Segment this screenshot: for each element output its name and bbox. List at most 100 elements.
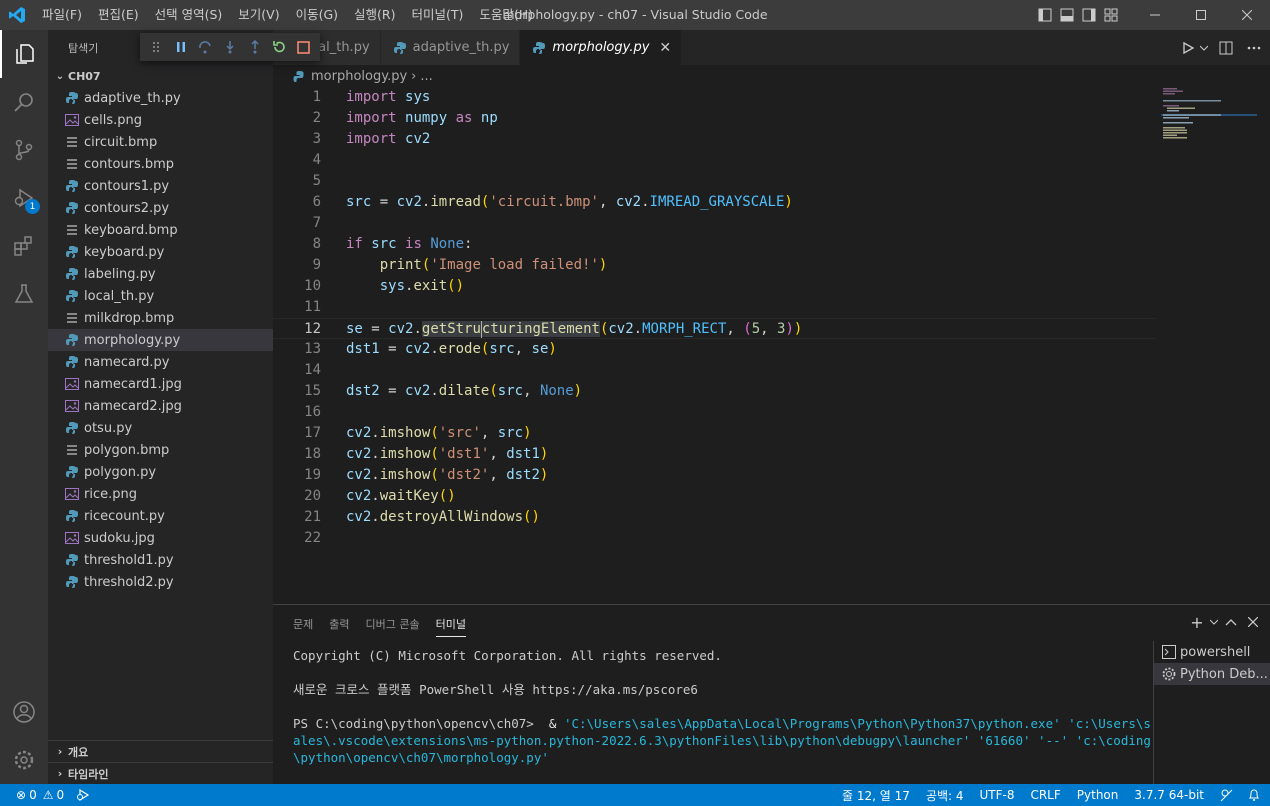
- code-line[interactable]: 6 src = cv2.imread('circuit.bmp', cv2.IMR…: [273, 192, 1156, 213]
- code-line[interactable]: 7: [273, 213, 1156, 234]
- code-line[interactable]: 18 cv2.imshow('dst1', dst1): [273, 444, 1156, 465]
- tab-problems[interactable]: 문제: [285, 605, 321, 643]
- minimap[interactable]: [1161, 87, 1257, 604]
- terminal-item-python-debug[interactable]: Python Deb...: [1154, 663, 1270, 685]
- search-icon[interactable]: [0, 78, 48, 126]
- file-item[interactable]: namecard2.jpg: [48, 395, 273, 417]
- new-terminal-icon[interactable]: +: [1186, 611, 1208, 633]
- more-actions-icon[interactable]: [1242, 36, 1266, 60]
- code-line[interactable]: 2 import numpy as np: [273, 108, 1156, 129]
- extensions-icon[interactable]: [0, 222, 48, 270]
- file-item[interactable]: threshold2.py: [48, 571, 273, 593]
- terminal-item-powershell[interactable]: powershell: [1154, 641, 1270, 663]
- menu-edit[interactable]: 편집(E): [90, 0, 147, 30]
- menu-file[interactable]: 파일(F): [34, 0, 90, 30]
- accounts-icon[interactable]: [0, 688, 48, 736]
- file-item[interactable]: morphology.py: [48, 329, 273, 351]
- close-window-button[interactable]: [1224, 0, 1270, 30]
- code-line[interactable]: 21 cv2.destroyAllWindows(): [273, 507, 1156, 528]
- code-line[interactable]: 5: [273, 171, 1156, 192]
- settings-gear-icon[interactable]: [0, 736, 48, 784]
- code-line[interactable]: 16: [273, 402, 1156, 423]
- file-item[interactable]: circuit.bmp: [48, 131, 273, 153]
- close-panel-icon[interactable]: [1242, 611, 1264, 633]
- tab-terminal[interactable]: 터미널: [428, 605, 474, 643]
- code-line[interactable]: 9 print('Image load failed!'): [273, 255, 1156, 276]
- file-item[interactable]: keyboard.py: [48, 241, 273, 263]
- file-item[interactable]: contours1.py: [48, 175, 273, 197]
- encoding-status[interactable]: UTF-8: [971, 784, 1022, 806]
- terminal-output[interactable]: Copyright (C) Microsoft Corporation. All…: [293, 647, 1153, 766]
- problems-status[interactable]: ⊗ 0 ⚠ 0: [10, 784, 70, 806]
- file-item[interactable]: rice.png: [48, 483, 273, 505]
- file-item[interactable]: namecard.py: [48, 351, 273, 373]
- restart-icon[interactable]: [267, 35, 292, 60]
- run-menu-chevron-icon[interactable]: [1198, 36, 1210, 60]
- eol-status[interactable]: CRLF: [1022, 784, 1068, 806]
- code-line[interactable]: 17 cv2.imshow('src', src): [273, 423, 1156, 444]
- code-editor[interactable]: 1 import sys 2 import numpy as np 3 import cv…: [273, 87, 1270, 604]
- file-item[interactable]: threshold1.py: [48, 549, 273, 571]
- file-item[interactable]: contours.bmp: [48, 153, 273, 175]
- tab-adaptive-th[interactable]: adaptive_th.py: [380, 30, 521, 65]
- drag-handle-icon[interactable]: [144, 35, 169, 60]
- file-item[interactable]: labeling.py: [48, 263, 273, 285]
- step-out-icon[interactable]: [242, 35, 267, 60]
- close-tab-icon[interactable]: ✕: [659, 40, 671, 56]
- code-line[interactable]: 3 import cv2: [273, 129, 1156, 150]
- cursor-position[interactable]: 줄 12, 열 17: [834, 784, 918, 806]
- file-item[interactable]: sudoku.jpg: [48, 527, 273, 549]
- file-item[interactable]: ricecount.py: [48, 505, 273, 527]
- code-line[interactable]: 8 if src is None:: [273, 234, 1156, 255]
- code-line[interactable]: 15 dst2 = cv2.dilate(src, None): [273, 381, 1156, 402]
- outline-section[interactable]: › 개요: [48, 740, 273, 762]
- file-item[interactable]: cells.png: [48, 109, 273, 131]
- file-item[interactable]: milkdrop.bmp: [48, 307, 273, 329]
- tab-debug-console[interactable]: 디버그 콘솔: [358, 605, 428, 643]
- toggle-secondary-sidebar-icon[interactable]: [1078, 0, 1100, 30]
- file-item[interactable]: polygon.bmp: [48, 439, 273, 461]
- file-item[interactable]: keyboard.bmp: [48, 219, 273, 241]
- breadcrumb-ellipsis[interactable]: ...: [420, 69, 432, 84]
- menu-help[interactable]: 도움말(H): [471, 0, 541, 30]
- maximize-button[interactable]: [1178, 0, 1224, 30]
- tab-output[interactable]: 출력: [321, 605, 357, 643]
- file-item[interactable]: otsu.py: [48, 417, 273, 439]
- code-line[interactable]: 1 import sys: [273, 87, 1156, 108]
- code-line[interactable]: 13 dst1 = cv2.erode(src, se): [273, 339, 1156, 360]
- breadcrumb-file[interactable]: morphology.py: [311, 69, 407, 84]
- code-line[interactable]: 10 sys.exit(): [273, 276, 1156, 297]
- file-item[interactable]: contours2.py: [48, 197, 273, 219]
- step-into-icon[interactable]: [218, 35, 243, 60]
- step-over-icon[interactable]: [193, 35, 218, 60]
- run-debug-icon[interactable]: 1: [0, 174, 48, 222]
- testing-icon[interactable]: [0, 270, 48, 318]
- code-line[interactable]: 11: [273, 297, 1156, 318]
- menu-go[interactable]: 이동(G): [288, 0, 346, 30]
- timeline-section[interactable]: › 타임라인: [48, 762, 273, 784]
- minimize-button[interactable]: [1132, 0, 1178, 30]
- indentation-status[interactable]: 공백: 4: [918, 784, 972, 806]
- menu-terminal[interactable]: 터미널(T): [404, 0, 472, 30]
- toggle-panel-icon[interactable]: [1056, 0, 1078, 30]
- file-item[interactable]: polygon.py: [48, 461, 273, 483]
- feedback-icon[interactable]: [1212, 784, 1242, 806]
- file-item[interactable]: namecard1.jpg: [48, 373, 273, 395]
- terminal-dropdown-chevron-icon[interactable]: [1208, 611, 1220, 633]
- stop-icon[interactable]: [291, 35, 316, 60]
- notifications-bell-icon[interactable]: [1242, 784, 1270, 806]
- split-editor-icon[interactable]: [1214, 36, 1238, 60]
- folder-ch07[interactable]: ⌄ CH07: [48, 65, 273, 87]
- code-line[interactable]: 22: [273, 528, 1156, 549]
- toggle-sidebar-icon[interactable]: [1034, 0, 1056, 30]
- code-line[interactable]: 19 cv2.imshow('dst2', dst2): [273, 465, 1156, 486]
- code-line[interactable]: 14: [273, 360, 1156, 381]
- maximize-panel-icon[interactable]: [1220, 611, 1242, 633]
- menu-view[interactable]: 보기(V): [230, 0, 287, 30]
- debug-status-icon[interactable]: [70, 784, 96, 806]
- tab-morphology[interactable]: morphology.py ✕: [520, 30, 683, 65]
- language-status[interactable]: Python: [1069, 784, 1127, 806]
- code-line[interactable]: 12 se = cv2.getStructuringElement(cv2.MOR…: [273, 318, 1156, 339]
- pause-icon[interactable]: [169, 35, 194, 60]
- menu-selection[interactable]: 선택 영역(S): [147, 0, 231, 30]
